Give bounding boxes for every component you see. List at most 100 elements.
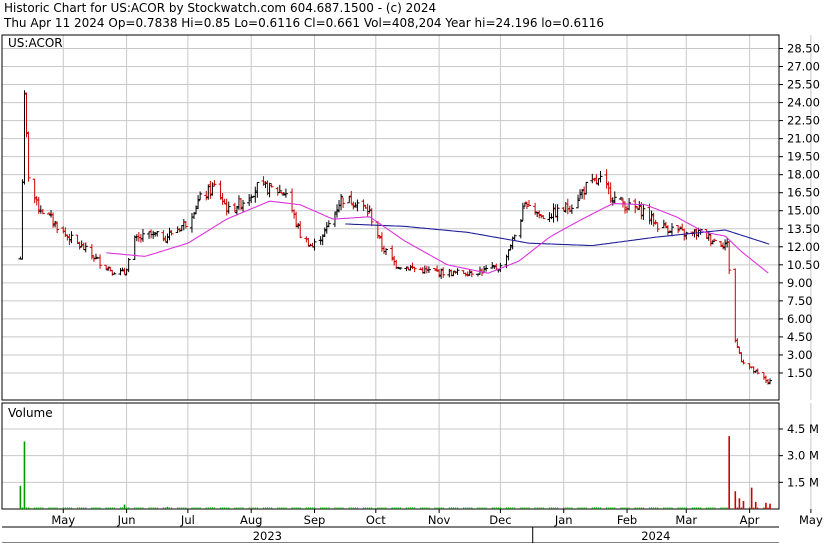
ohlc-bar	[165, 233, 170, 244]
ohlc-bar	[537, 210, 542, 219]
price-tick-label: 15.00	[787, 204, 820, 218]
ohlc-bar	[549, 213, 554, 220]
ohlc-bar	[435, 265, 440, 272]
ohlc-bar	[490, 262, 495, 269]
ohlc-bar	[140, 228, 145, 242]
ohlc-bar	[469, 270, 474, 278]
ohlc-bar	[594, 174, 599, 185]
volume-tick-label: 3.0 M	[787, 449, 819, 463]
ohlc-bar	[222, 198, 227, 205]
ohlc-bar	[32, 178, 37, 204]
chart-header-quote: Thu Apr 11 2024 Op=0.7838 Hi=0.85 Lo=0.6…	[3, 16, 604, 30]
ohlc-bar	[390, 245, 395, 261]
symbol-label: US:ACOR	[8, 36, 63, 50]
ohlc-bar	[40, 208, 45, 215]
price-tick-label: 4.50	[787, 330, 813, 344]
price-tick-label: 9.00	[787, 276, 813, 290]
moving-average-long-line	[345, 223, 770, 247]
ohlc-bar	[663, 221, 668, 229]
ohlc-bar	[422, 265, 427, 274]
price-tick-label: 24.00	[787, 96, 820, 110]
ohlc-bar	[183, 221, 188, 229]
ohlc-bar	[279, 191, 284, 195]
volume-bars	[19, 436, 771, 509]
ohlc-bar	[118, 267, 123, 276]
ohlc-bar	[620, 197, 625, 208]
price-tick-label: 6.00	[787, 312, 813, 326]
ohlc-bar	[55, 221, 60, 234]
ohlc-bar	[590, 173, 595, 184]
ohlc-bar	[339, 193, 344, 211]
ohlc-bar	[551, 203, 556, 223]
ohlc-bar	[241, 200, 246, 212]
volume-axis: 4.5 M 3.0 M 1.5 M	[779, 422, 819, 489]
ohlc-bar	[312, 238, 317, 251]
volume-grid	[2, 403, 812, 509]
month-label: Nov	[428, 513, 451, 527]
price-bars	[18, 90, 773, 385]
ohlc-bar	[708, 234, 713, 247]
ohlc-bar	[649, 210, 654, 225]
ohlc-bar	[747, 363, 752, 370]
ohlc-bar	[727, 240, 732, 274]
ohlc-bar	[267, 182, 272, 198]
ohlc-bar	[24, 92, 29, 138]
ohlc-bar	[641, 203, 646, 220]
price-tick-label: 25.50	[787, 78, 820, 92]
ohlc-bar	[218, 180, 223, 200]
ohlc-bar	[612, 191, 617, 204]
ohlc-bar	[277, 184, 282, 194]
ohlc-bar	[341, 197, 346, 208]
ohlc-bar	[61, 226, 66, 234]
price-panel-frame	[1, 34, 780, 401]
ohlc-bar	[733, 268, 738, 343]
ohlc-bar	[565, 198, 570, 215]
ohlc-bar	[367, 205, 372, 213]
chart-header-title: Historic Chart for US:ACOR by Stockwatch…	[4, 1, 436, 15]
volume-tick-label: 4.5 M	[787, 422, 819, 436]
ohlc-bar	[735, 338, 740, 348]
ohlc-bar	[506, 249, 511, 261]
ohlc-bar	[761, 372, 766, 380]
ohlc-bar	[441, 267, 446, 278]
ohlc-bar	[83, 242, 88, 253]
ohlc-bar	[678, 226, 683, 230]
ohlc-bar	[569, 204, 574, 215]
ohlc-bar	[763, 375, 768, 384]
ohlc-bar	[306, 237, 311, 247]
ohlc-bar	[512, 234, 517, 241]
ohlc-bar	[520, 202, 525, 221]
month-label: Apr	[740, 513, 760, 527]
price-tick-label: 27.00	[787, 60, 820, 74]
ohlc-bar	[410, 262, 415, 270]
ohlc-bar	[526, 200, 531, 207]
ohlc-bar	[596, 178, 601, 186]
price-tick-label: 22.50	[787, 114, 820, 128]
price-tick-label: 7.50	[787, 294, 813, 308]
month-label: Mar	[675, 513, 697, 527]
ohlc-bar	[189, 213, 194, 233]
ohlc-bar	[412, 266, 417, 273]
year-label: 2023	[253, 529, 282, 543]
ohlc-bar	[163, 235, 168, 242]
year-label: 2024	[641, 529, 670, 543]
ohlc-bar	[669, 223, 674, 237]
ohlc-bar	[149, 229, 154, 239]
month-label: Oct	[366, 513, 386, 527]
month-label: Jul	[180, 513, 195, 527]
ohlc-bar	[298, 221, 303, 239]
ohlc-bar	[455, 268, 460, 275]
price-tick-label: 28.50	[787, 42, 820, 56]
price-tick-label: 3.00	[787, 348, 813, 362]
ohlc-bar	[132, 235, 137, 260]
ohlc-bar	[684, 231, 689, 240]
month-label: Dec	[489, 513, 511, 527]
ohlc-bar	[661, 219, 666, 229]
price-tick-label: 21.00	[787, 132, 820, 146]
ohlc-bar	[75, 234, 80, 245]
ohlc-bar	[20, 179, 25, 260]
ohlc-bar	[22, 90, 27, 185]
ohlc-bar	[112, 272, 117, 275]
ohlc-bar	[555, 204, 560, 222]
ohlc-bar	[296, 222, 301, 229]
